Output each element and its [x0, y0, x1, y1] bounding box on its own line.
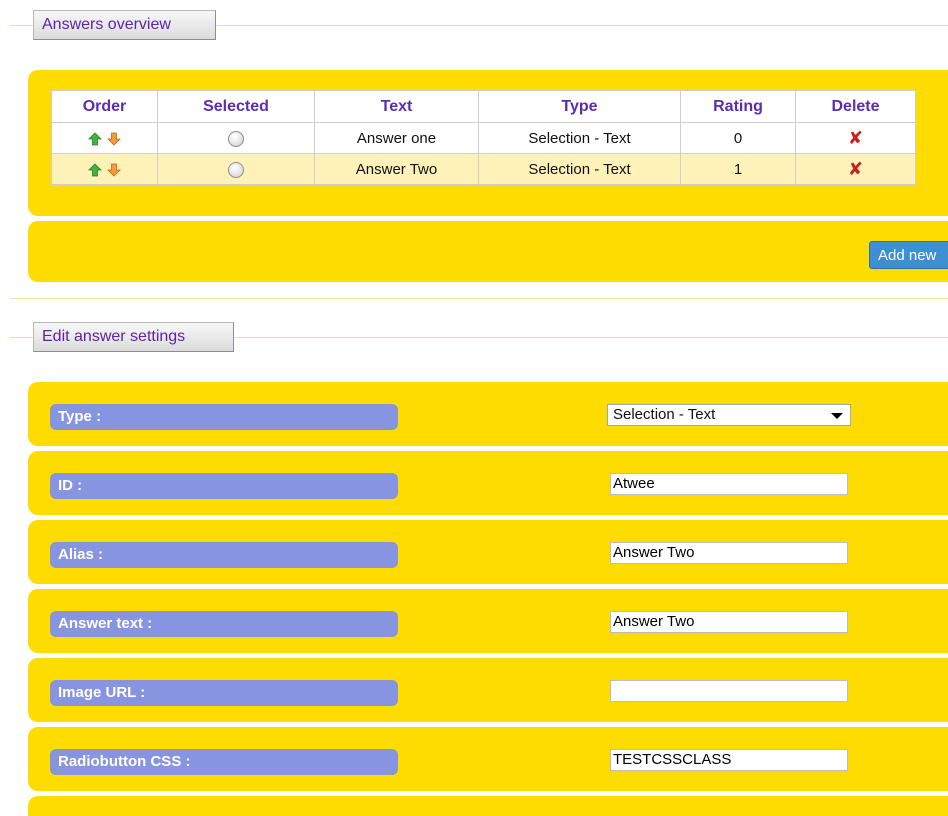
answer-text-cell: Answer Two — [314, 153, 479, 185]
column-header-order[interactable]: Order — [51, 90, 158, 123]
answer-text-label: Answer text : — [50, 611, 398, 637]
answer-text-cell: Answer one — [314, 122, 479, 154]
delete-cell: ✘ — [795, 153, 916, 185]
column-header-delete[interactable]: Delete — [795, 90, 916, 123]
type-label: Type : — [50, 404, 398, 430]
column-header-rating[interactable]: Rating — [680, 90, 796, 123]
move-down-arrow-icon[interactable] — [106, 163, 121, 177]
column-header-type[interactable]: Type — [478, 90, 681, 123]
alias-field[interactable]: Answer Two — [610, 542, 848, 564]
order-cell — [51, 122, 158, 154]
delete-x-icon[interactable]: ✘ — [848, 159, 863, 180]
move-down-arrow-icon[interactable] — [106, 132, 121, 146]
section-divider — [10, 298, 948, 299]
image-url-label: Image URL : — [50, 680, 398, 706]
delete-x-icon[interactable]: ✘ — [848, 128, 863, 149]
answer-rating-cell: 1 — [680, 153, 796, 185]
id-field[interactable]: Atwee — [610, 473, 848, 495]
answers-overview-legend[interactable]: Answers overview — [33, 10, 216, 40]
selected-radio[interactable] — [228, 161, 244, 178]
overview-divider-left — [10, 25, 34, 26]
alias-label: Alias : — [50, 542, 398, 568]
image-url-field[interactable] — [610, 680, 848, 702]
table-row: Answer Two Selection - Text 1 ✘ — [51, 153, 916, 185]
answer-type-cell: Selection - Text — [478, 122, 681, 154]
order-cell — [51, 153, 158, 185]
column-header-text[interactable]: Text — [314, 90, 479, 123]
settings-divider-right — [234, 337, 948, 338]
answer-text-field[interactable]: Answer Two — [610, 611, 848, 633]
type-select[interactable]: Selection - Text — [607, 404, 851, 426]
radiobutton-css-field[interactable]: TESTCSSCLASS — [610, 749, 848, 771]
move-up-arrow-icon[interactable] — [88, 131, 103, 146]
table-row: Answer one Selection - Text 0 ✘ — [51, 122, 916, 154]
delete-cell: ✘ — [795, 122, 916, 154]
answer-type-cell: Selection - Text — [478, 153, 681, 185]
move-up-arrow-icon[interactable] — [88, 162, 103, 177]
radiobutton-css-label: Radiobutton CSS : — [50, 749, 398, 775]
selected-radio[interactable] — [228, 130, 244, 147]
selected-cell — [157, 122, 315, 154]
answers-table: Order Selected Text Type Rating Delete A… — [51, 90, 916, 185]
column-header-selected[interactable]: Selected — [157, 90, 315, 123]
edit-answer-settings-legend[interactable]: Edit answer settings — [33, 322, 234, 352]
chevron-down-icon — [831, 413, 843, 419]
id-label: ID : — [50, 473, 398, 499]
next-row-panel — [28, 796, 948, 816]
answers-table-header: Order Selected Text Type Rating Delete — [51, 90, 916, 123]
answer-rating-cell: 0 — [680, 122, 796, 154]
settings-divider-left — [10, 337, 34, 338]
add-new-button[interactable]: Add new — [869, 241, 948, 269]
type-select-value: Selection - Text — [613, 406, 716, 423]
selected-cell — [157, 153, 315, 185]
add-new-panel — [28, 221, 948, 282]
overview-divider-right — [216, 25, 948, 26]
